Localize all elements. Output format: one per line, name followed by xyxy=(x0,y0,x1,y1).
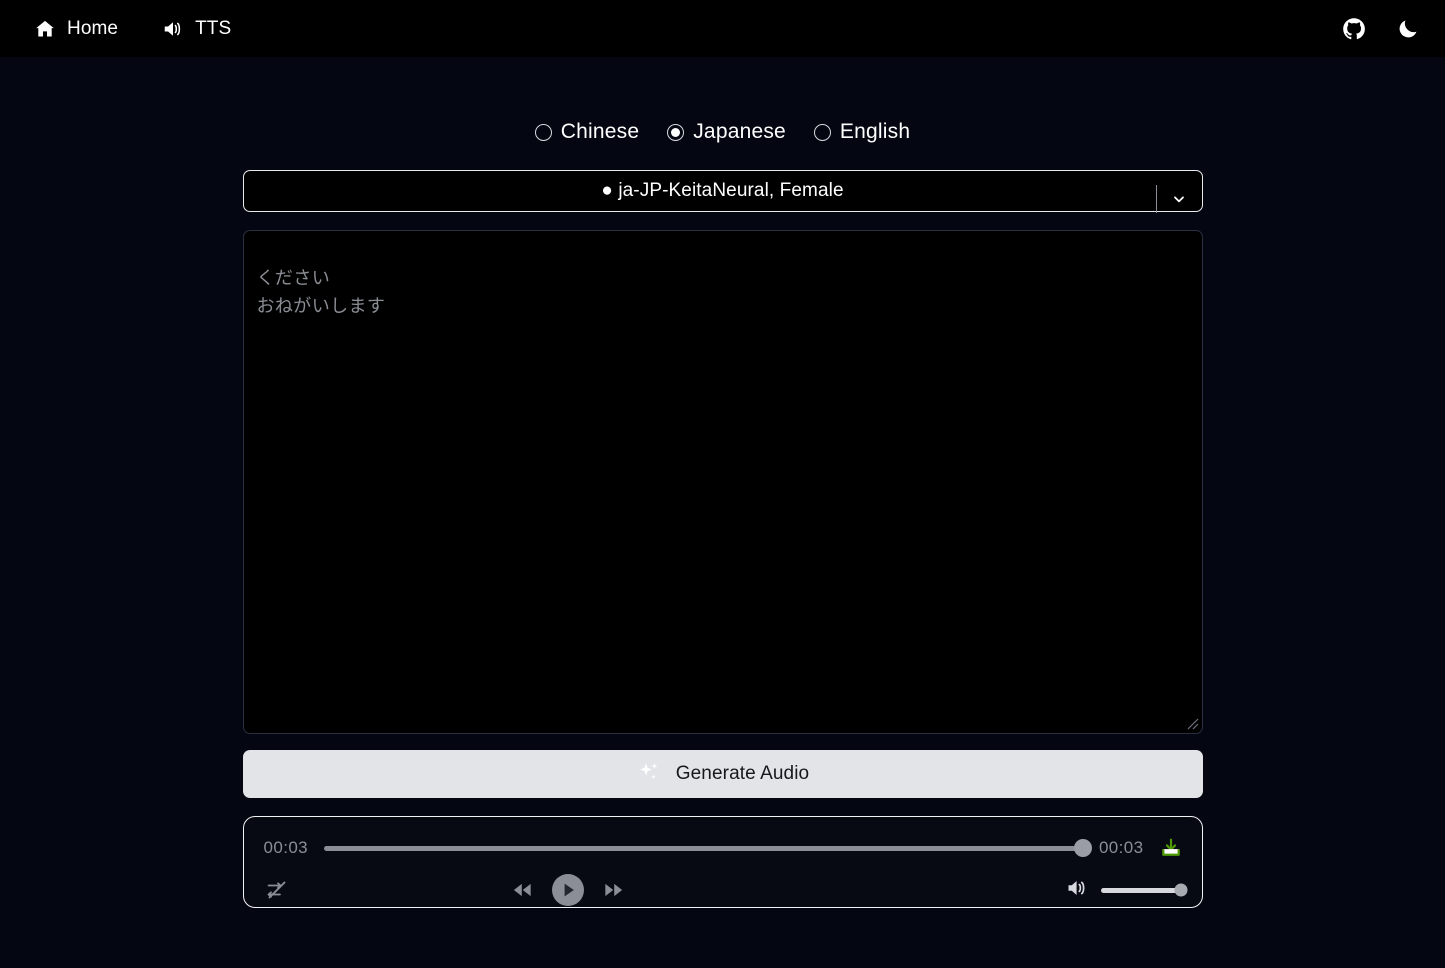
radio-indicator-chinese xyxy=(534,123,552,141)
transport-controls xyxy=(509,873,627,907)
radio-option-japanese[interactable]: Japanese xyxy=(667,120,786,144)
chevron-down-icon xyxy=(1155,185,1202,213)
radio-indicator-english xyxy=(813,123,831,141)
radio-label-english: English xyxy=(839,120,911,143)
home-icon xyxy=(34,18,56,40)
moon-icon[interactable] xyxy=(1395,16,1421,42)
nav-link-tts[interactable]: TTS xyxy=(162,18,231,40)
shuffle-off-icon[interactable] xyxy=(264,877,290,903)
generate-audio-button[interactable]: Generate Audio xyxy=(242,750,1203,798)
player-seek-row: 00:03 00:03 xyxy=(264,835,1182,861)
volume-group xyxy=(1065,876,1188,905)
volume-icon[interactable] xyxy=(1065,876,1089,905)
volume-slider-knob[interactable] xyxy=(1174,883,1188,897)
nav-link-home-label: Home xyxy=(67,17,119,39)
nav-link-home[interactable]: Home xyxy=(34,18,118,40)
radio-label-japanese: Japanese xyxy=(693,120,786,143)
current-time-label: 00:03 xyxy=(263,838,309,857)
seek-slider[interactable] xyxy=(324,839,1092,857)
language-radio-group: Chinese Japanese English xyxy=(243,120,1203,144)
radio-indicator-japanese xyxy=(667,123,685,141)
nav-link-tts-label: TTS xyxy=(195,17,232,39)
audio-player: 00:03 00:03 xyxy=(242,816,1203,908)
speaker-icon xyxy=(162,18,184,40)
rewind-icon[interactable] xyxy=(509,877,535,903)
voice-select-value: ● ja-JP-KeitaNeural, Female xyxy=(601,180,844,201)
voice-select[interactable]: ● ja-JP-KeitaNeural, Female xyxy=(242,170,1203,213)
total-time-label: 00:03 xyxy=(1098,838,1144,857)
text-input-container xyxy=(242,230,1203,734)
volume-slider[interactable] xyxy=(1101,883,1188,897)
radio-option-chinese[interactable]: Chinese xyxy=(534,120,640,144)
top-navbar: Home TTS xyxy=(0,0,1445,57)
sparkles-icon xyxy=(636,760,662,789)
navbar-right-group xyxy=(1341,16,1421,42)
download-icon[interactable] xyxy=(1160,837,1182,859)
main-content: Chinese Japanese English ● ja-JP-KeitaNe… xyxy=(242,57,1203,908)
player-controls-row xyxy=(264,873,1188,907)
fast-forward-icon[interactable] xyxy=(601,877,627,903)
generate-audio-label: Generate Audio xyxy=(675,763,810,784)
seek-slider-knob[interactable] xyxy=(1073,839,1092,857)
radio-option-english[interactable]: English xyxy=(813,120,911,144)
tts-text-input[interactable] xyxy=(242,230,1203,734)
navbar-left-group: Home TTS xyxy=(34,18,231,40)
github-icon[interactable] xyxy=(1341,16,1367,42)
radio-label-chinese: Chinese xyxy=(560,120,640,143)
play-icon[interactable] xyxy=(551,873,585,907)
